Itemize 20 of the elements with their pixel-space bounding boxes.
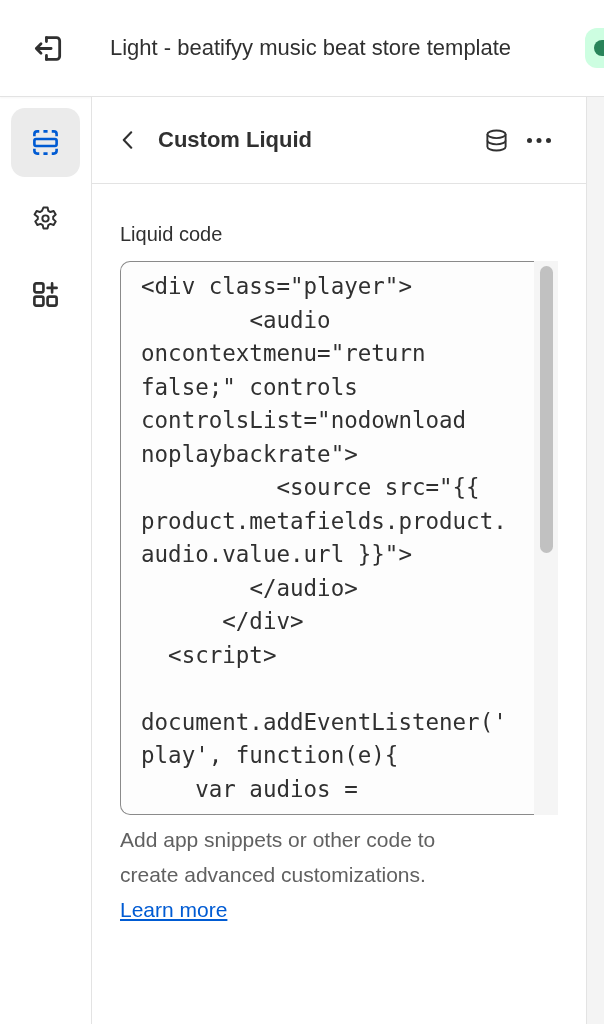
apps-add-icon: [33, 282, 58, 307]
status-indicator-icon: [585, 28, 604, 68]
help-text: Add app snippets or other code to create advanced customizations.: [120, 827, 437, 888]
learn-more-link[interactable]: Learn more: [120, 892, 228, 927]
back-button[interactable]: [122, 131, 133, 149]
settings-icon: [33, 206, 58, 231]
sections-icon: [33, 130, 58, 155]
theme-title: Light - beatifyy music beat store template: [110, 35, 512, 61]
database-icon: [485, 128, 508, 152]
field-label: Liquid code: [120, 222, 224, 246]
exit-button[interactable]: [34, 35, 62, 61]
more-options-icon: [527, 137, 551, 143]
sections-button[interactable]: [11, 108, 80, 177]
chevron-left-icon: [122, 131, 133, 149]
more-button[interactable]: [527, 137, 551, 143]
code-editor-field[interactable]: <div class="player"> <audio oncontextmenu="return false;" controls controlsList="nodownload noplaybackrate"> <source src="{{ product.metafields.product.audio.value.url }}"> </audio> </div> <script> document.addEventListener('play', function(e){ var audios =: [120, 261, 534, 815]
scrollbar-thumb[interactable]: [540, 266, 553, 553]
panel-title: Custom Liquid: [158, 127, 312, 153]
database-button[interactable]: [485, 128, 508, 152]
exit-icon: [34, 35, 62, 61]
